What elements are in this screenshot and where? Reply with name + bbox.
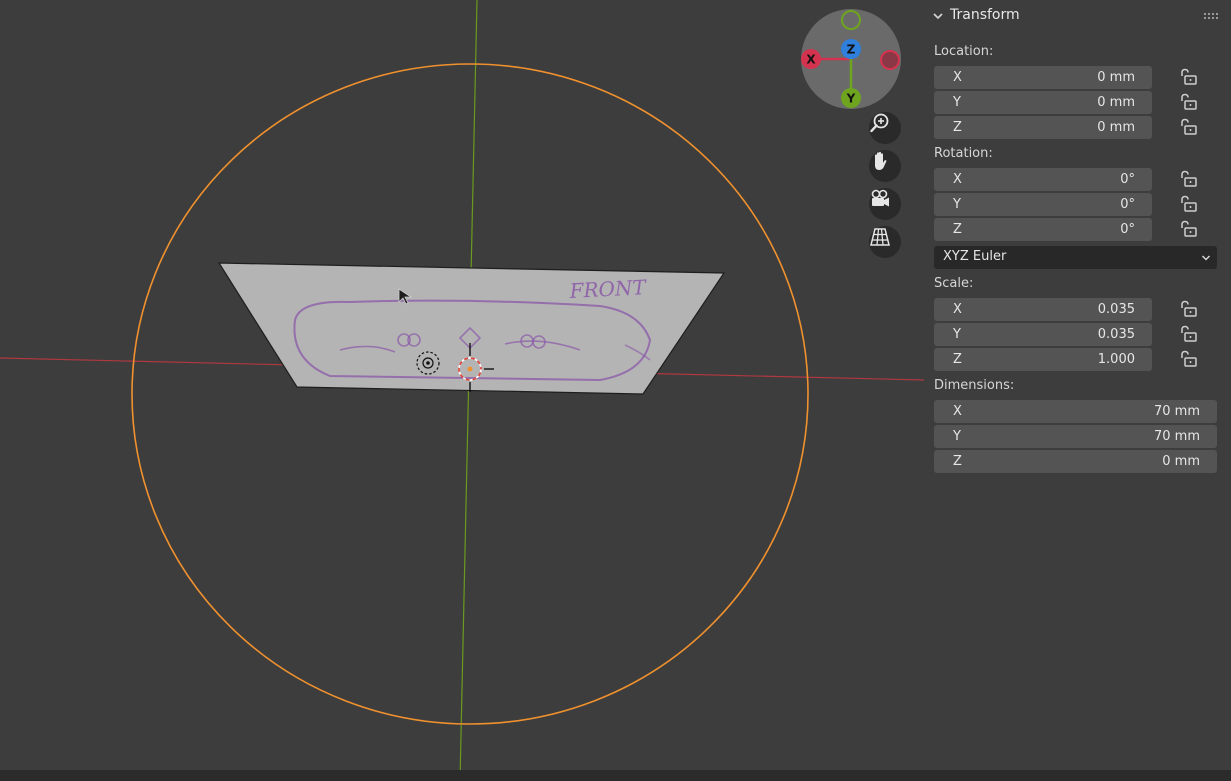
gizmo-x-label: X bbox=[806, 53, 816, 67]
field-value: 0.035 bbox=[1097, 302, 1135, 317]
rotation-label: Rotation: bbox=[934, 146, 993, 161]
properties-sidebar: Transform Location: X 0 mm Y 0 mm Z 0 mm Ro… bbox=[924, 0, 1231, 770]
plane-handwriting: FRONT bbox=[568, 275, 648, 303]
gizmo-y-label: Y bbox=[846, 92, 856, 106]
field-value: 70 mm bbox=[1153, 404, 1200, 419]
dimensions-y-field[interactable]: Y 70 mm bbox=[934, 425, 1217, 448]
field-axis-label: Y bbox=[953, 327, 961, 342]
field-axis-label: Y bbox=[953, 429, 961, 444]
lock-icon[interactable] bbox=[1179, 350, 1199, 368]
hand-pan-icon bbox=[875, 151, 887, 170]
location-z-field[interactable]: Z 0 mm bbox=[934, 116, 1152, 139]
camera-icon bbox=[871, 189, 889, 207]
scale-x-field[interactable]: X 0.035 bbox=[934, 298, 1152, 321]
lock-icon[interactable] bbox=[1179, 300, 1199, 318]
rotation-x-field[interactable]: X 0° bbox=[934, 168, 1152, 191]
field-axis-label: Z bbox=[953, 454, 962, 469]
viewport-canvas[interactable]: FRONT bbox=[0, 0, 924, 781]
field-axis-label: X bbox=[953, 302, 962, 317]
lock-icon[interactable] bbox=[1179, 325, 1199, 343]
reference-image-plane[interactable]: FRONT bbox=[217, 262, 726, 395]
gizmo-z-label: Z bbox=[847, 43, 856, 57]
field-axis-label: Z bbox=[953, 352, 962, 367]
scale-label: Scale: bbox=[934, 276, 974, 291]
chevron-down-icon bbox=[1201, 255, 1211, 261]
pan-button[interactable] bbox=[869, 150, 901, 182]
field-axis-label: Y bbox=[953, 197, 961, 212]
selected-sphere-outline[interactable] bbox=[131, 63, 809, 725]
rotation-y-field[interactable]: Y 0° bbox=[934, 193, 1152, 216]
field-value: 0 mm bbox=[1097, 120, 1135, 135]
location-y-field[interactable]: Y 0 mm bbox=[934, 91, 1152, 114]
status-bar bbox=[0, 770, 1231, 781]
lock-icon[interactable] bbox=[1179, 118, 1199, 136]
panel-title: Transform bbox=[950, 7, 1020, 23]
field-axis-label: X bbox=[953, 404, 962, 419]
grid-ortho-icon bbox=[870, 228, 890, 246]
field-axis-label: X bbox=[953, 172, 962, 187]
lock-icon[interactable] bbox=[1179, 68, 1199, 86]
field-axis-label: Y bbox=[953, 95, 961, 110]
field-value: 0 mm bbox=[1097, 70, 1135, 85]
rotation-mode-value: XYZ Euler bbox=[943, 249, 1007, 264]
scale-z-field[interactable]: Z 1.000 bbox=[934, 348, 1152, 371]
dimensions-x-field[interactable]: X 70 mm bbox=[934, 400, 1217, 423]
location-label: Location: bbox=[934, 44, 994, 59]
field-value: 0° bbox=[1120, 197, 1135, 212]
field-axis-label: Z bbox=[953, 120, 962, 135]
field-value: 70 mm bbox=[1153, 429, 1200, 444]
rotation-mode-dropdown[interactable]: XYZ Euler bbox=[934, 246, 1217, 269]
lock-icon[interactable] bbox=[1179, 195, 1199, 213]
lock-icon[interactable] bbox=[1179, 220, 1199, 238]
drag-handle-icon[interactable] bbox=[1204, 13, 1220, 21]
field-axis-label: Z bbox=[953, 222, 962, 237]
lock-icon[interactable] bbox=[1179, 93, 1199, 111]
chevron-down-icon[interactable] bbox=[932, 10, 944, 22]
gizmo-neg-x-handle[interactable] bbox=[880, 50, 900, 70]
field-value: 0 mm bbox=[1097, 95, 1135, 110]
transform-panel-header[interactable]: Transform bbox=[924, 4, 1231, 28]
field-value: 1.000 bbox=[1097, 352, 1135, 367]
field-value: 0 mm bbox=[1162, 454, 1200, 469]
lock-icon[interactable] bbox=[1179, 170, 1199, 188]
dimensions-z-field[interactable]: Z 0 mm bbox=[934, 450, 1217, 473]
camera-view-button[interactable] bbox=[869, 188, 901, 220]
zoom-icon bbox=[870, 113, 889, 133]
field-value: 0° bbox=[1120, 222, 1135, 237]
zoom-button[interactable] bbox=[869, 112, 901, 144]
scale-y-field[interactable]: Y 0.035 bbox=[934, 323, 1152, 346]
field-axis-label: X bbox=[953, 70, 962, 85]
dimensions-label: Dimensions: bbox=[934, 378, 1015, 393]
location-x-field[interactable]: X 0 mm bbox=[934, 66, 1152, 89]
rotation-z-field[interactable]: Z 0° bbox=[934, 218, 1152, 241]
navigation-gizmo[interactable]: X Y Z bbox=[800, 9, 904, 113]
field-value: 0.035 bbox=[1097, 327, 1135, 342]
field-value: 0° bbox=[1120, 172, 1135, 187]
ortho-toggle-button[interactable] bbox=[869, 226, 901, 258]
